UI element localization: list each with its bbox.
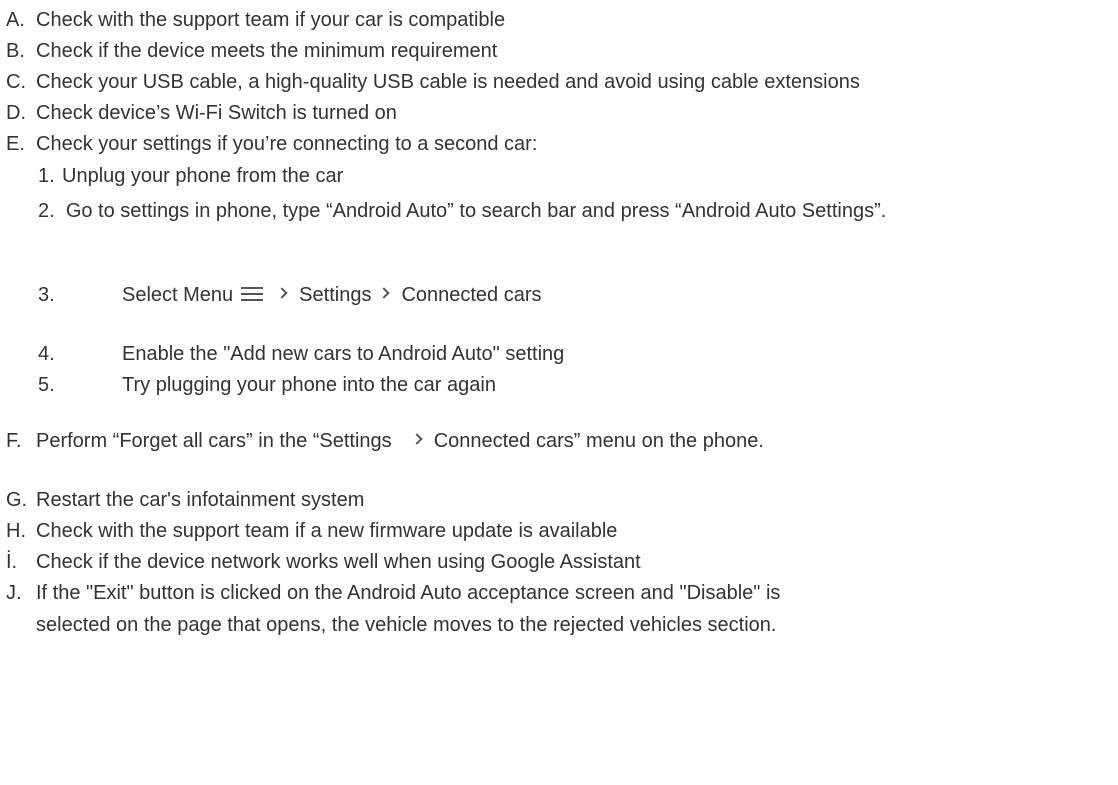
substep-text: Select Menu (122, 284, 234, 306)
item-text: Check if the device meets the minimum re… (36, 40, 498, 62)
item-marker: E. (6, 133, 25, 155)
item-text: Perform “Forget all cars” in the “Settin… (36, 430, 392, 452)
item-marker: B. (6, 40, 25, 62)
item-text: If the "Exit" button is clicked on the A… (36, 582, 781, 604)
item-marker: G. (6, 489, 28, 511)
substep-text: Settings (299, 284, 372, 306)
substep-marker: 2. (38, 200, 55, 222)
item-marker: C. (6, 71, 26, 93)
item-text: Connected cars” menu on the phone. (433, 430, 764, 452)
substep-marker: 1. (38, 165, 55, 187)
substep-marker: 4. (38, 343, 55, 365)
menu-icon (241, 286, 264, 301)
item-text: Check with the support team if your car … (36, 9, 506, 31)
substep-marker: 5. (38, 374, 55, 396)
substep-text: Go to settings in phone, type “Android A… (65, 200, 887, 222)
substep-text: Unplug your phone from the car (62, 165, 344, 187)
item-marker: A. (6, 9, 25, 31)
item-text: Check device’s Wi-Fi Switch is turned on (36, 102, 397, 124)
item-text: Check your USB cable, a high-quality USB… (36, 71, 860, 93)
item-text: Check with the support team if a new fir… (36, 520, 618, 542)
substep-marker: 3. (38, 284, 55, 306)
item-text: Check your settings if you’re connecting… (36, 133, 538, 155)
item-marker: J. (6, 582, 22, 604)
substep-text: Try plugging your phone into the car aga… (122, 374, 496, 396)
chevron-right-icon (379, 286, 389, 300)
troubleshooting-document: A. Check with the support team if your c… (0, 0, 1118, 785)
chevron-right-icon (412, 432, 422, 446)
item-text: Check if the device network works well w… (36, 551, 641, 573)
substep-text: Connected cars (401, 284, 542, 306)
substep-text: Enable the "Add new cars to Android Auto… (122, 343, 565, 365)
item-marker: F. (6, 430, 22, 452)
substep-2: 2. Go to settings in phone, type “Androi… (38, 194, 1110, 228)
item-text: Restart the car's infotainment system (36, 489, 365, 511)
chevron-right-icon (277, 286, 287, 300)
item-marker: H. (6, 520, 26, 542)
item-marker: İ. (6, 551, 18, 573)
item-marker: D. (6, 102, 26, 124)
item-text: selected on the page that opens, the veh… (36, 614, 777, 636)
